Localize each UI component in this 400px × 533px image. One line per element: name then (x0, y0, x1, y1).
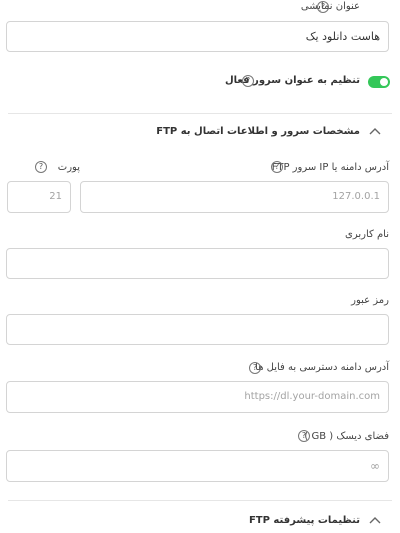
server-address-input[interactable]: 127.0.0.1 (80, 181, 389, 213)
help-icon[interactable]: ? (249, 362, 261, 374)
display-name-label: عنوان نمایشی (300, 1, 360, 12)
help-icon[interactable]: ? (35, 161, 47, 173)
ftp-section-title: مشخصات سرور و اطلاعات اتصال به FTP (156, 126, 360, 137)
file-access-domain-input[interactable]: https://dl.your-domain.com (6, 381, 389, 413)
toggle-knob (380, 78, 388, 86)
username-input[interactable] (6, 248, 389, 279)
display-name-input[interactable]: هاست دانلود یک (6, 21, 389, 52)
help-icon[interactable]: ? (298, 430, 310, 442)
disk-space-label: فضای دیسک ( GB ) (304, 431, 389, 442)
server-address-label: آدرس دامنه یا IP سرور FTP (271, 162, 389, 173)
disk-space-input[interactable]: ∞ (6, 450, 389, 482)
section-divider (8, 500, 392, 501)
help-icon[interactable]: ? (317, 1, 329, 13)
password-label: رمز عبور (351, 295, 389, 306)
file-access-domain-label: آدرس دامنه دسترسی به فایل ها (255, 362, 389, 373)
active-server-toggle[interactable] (368, 76, 390, 88)
port-label: پورت (57, 162, 80, 173)
help-icon[interactable]: ? (242, 75, 254, 87)
username-label: نام کاربری (345, 229, 389, 240)
port-input[interactable]: 21 (7, 181, 71, 213)
help-icon[interactable]: ? (271, 161, 283, 173)
section-divider (8, 113, 392, 114)
password-input[interactable] (6, 314, 389, 345)
chevron-up-icon[interactable] (368, 515, 382, 525)
advanced-section-title: تنظیمات پیشرفته FTP (248, 515, 360, 526)
chevron-up-icon[interactable] (368, 126, 382, 136)
